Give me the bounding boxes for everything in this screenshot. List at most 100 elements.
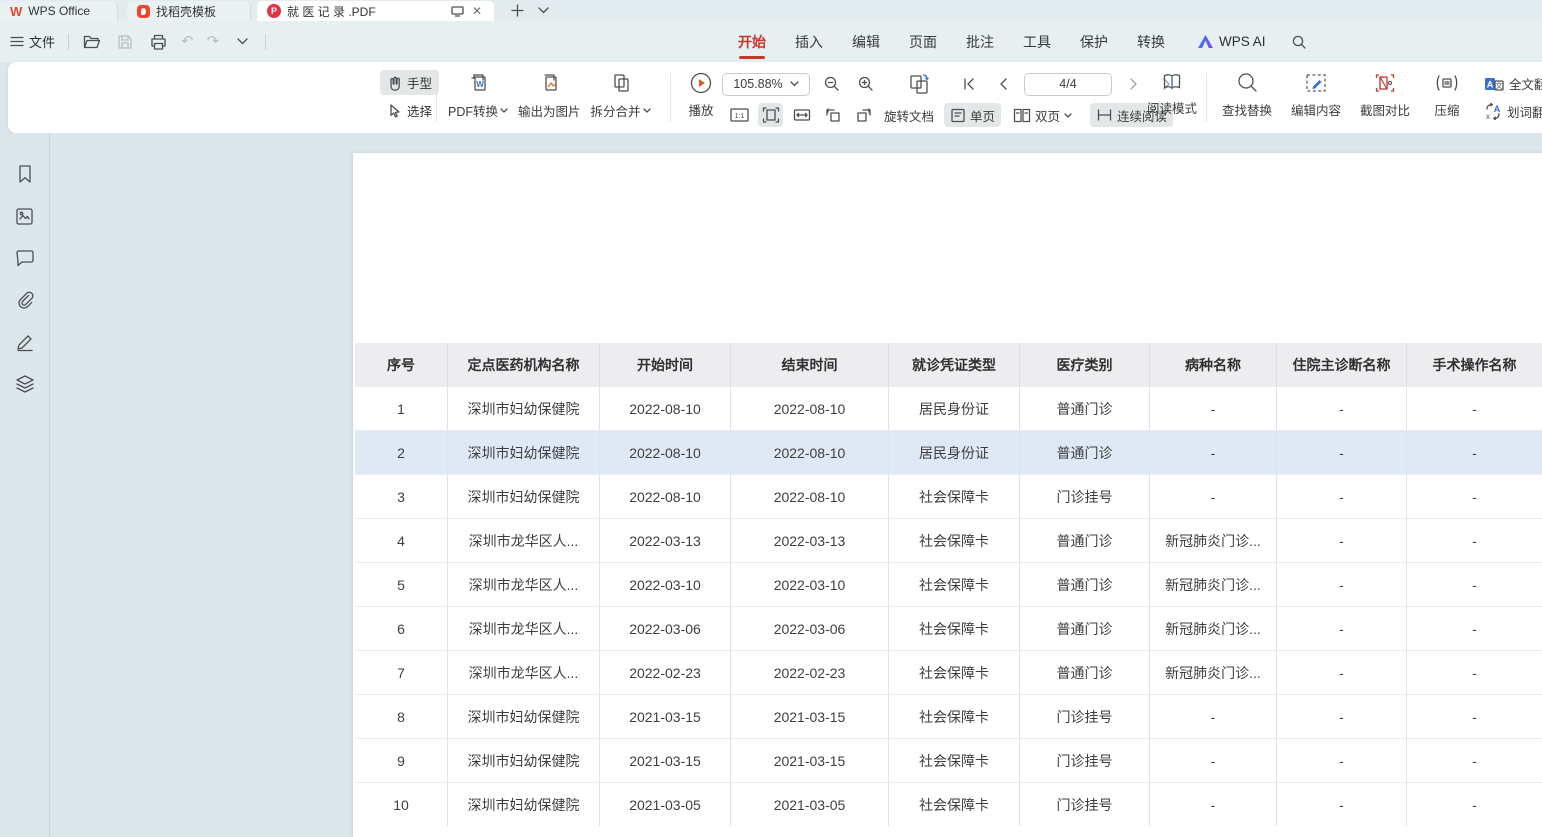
- zoom-in-button[interactable]: [853, 72, 878, 96]
- thumbnail-panel-icon[interactable]: [14, 205, 36, 227]
- find-replace-button[interactable]: 查找替换: [1218, 71, 1276, 119]
- zoom-in-icon: [857, 75, 875, 93]
- play-group: 播放: [678, 71, 724, 119]
- attachment-panel-icon[interactable]: [14, 289, 36, 311]
- table-cell: 新冠肺炎门诊...: [1150, 651, 1277, 694]
- next-page-button[interactable]: [1121, 72, 1146, 96]
- redo-icon[interactable]: ↷: [207, 34, 220, 49]
- table-cell: 普通门诊: [1020, 607, 1150, 650]
- new-tab-button[interactable]: [504, 0, 531, 21]
- screenshot-compare-button[interactable]: 截图对比: [1356, 71, 1414, 119]
- previous-page-button[interactable]: [990, 72, 1015, 96]
- select-tool-button[interactable]: 选择: [380, 98, 439, 123]
- zoom-level-value: 105.88%: [733, 77, 782, 91]
- table-cell: -: [1407, 739, 1542, 782]
- table-cell: 2022-08-10: [600, 431, 731, 474]
- table-row: 4深圳市龙华区人...2022-03-132022-03-13社会保障卡普通门诊…: [355, 518, 1542, 562]
- word-translate-icon: x A: [1484, 103, 1502, 120]
- save-icon[interactable]: [115, 32, 135, 52]
- export-image-button[interactable]: 输出为图片: [518, 71, 581, 120]
- first-page-button[interactable]: [956, 72, 981, 96]
- undo-icon[interactable]: ↶: [181, 34, 194, 49]
- table-cell: 深圳市妇幼保健院: [448, 387, 600, 430]
- layers-panel-icon[interactable]: [14, 373, 36, 395]
- menu-item-comment[interactable]: 批注: [966, 21, 994, 62]
- table-cell: 社会保障卡: [889, 739, 1020, 782]
- table-row: 6深圳市龙华区人...2022-03-062022-03-06社会保障卡普通门诊…: [355, 606, 1542, 650]
- table-cell: -: [1150, 783, 1277, 826]
- bookmark-panel-icon[interactable]: [14, 163, 36, 185]
- tab-wps-office[interactable]: W WPS Office: [0, 1, 118, 21]
- table-cell: 2021-03-05: [600, 783, 731, 826]
- full-translate-button[interactable]: A 文 全文翻译: [1484, 74, 1542, 93]
- print-icon[interactable]: [148, 32, 168, 52]
- menu-item-page[interactable]: 页面: [909, 21, 937, 62]
- compress-button[interactable]: 压缩: [1425, 71, 1469, 119]
- zoom-out-button[interactable]: [819, 72, 844, 96]
- split-merge-button[interactable]: 拆分合并: [591, 71, 651, 120]
- open-file-icon[interactable]: [82, 32, 102, 52]
- table-cell: 深圳市龙华区人...: [448, 607, 600, 650]
- double-page-icon: [1013, 108, 1031, 123]
- pdf-page[interactable]: 序号定点医药机构名称开始时间结束时间就诊凭证类型医疗类别病种名称住院主诊断名称手…: [353, 153, 1542, 837]
- table-cell: -: [1277, 431, 1407, 474]
- table-header-cell: 就诊凭证类型: [889, 343, 1020, 386]
- menu-item-home[interactable]: 开始: [738, 21, 766, 62]
- search-commands-icon[interactable]: [1289, 32, 1309, 52]
- full-translate-label: 全文翻译: [1509, 74, 1542, 93]
- table-cell: -: [1407, 431, 1542, 474]
- play-button[interactable]: 播放: [678, 71, 724, 119]
- signature-panel-icon[interactable]: [14, 331, 36, 353]
- rotate-doc-label[interactable]: 旋转文档: [884, 106, 934, 125]
- table-cell: -: [1277, 563, 1407, 606]
- export-image-label: 输出为图片: [518, 101, 581, 120]
- menu-item-convert[interactable]: 转换: [1137, 21, 1165, 62]
- hand-tool-button[interactable]: 手型: [380, 70, 439, 95]
- menu-item-protect[interactable]: 保护: [1080, 21, 1108, 62]
- table-cell: -: [1277, 695, 1407, 738]
- actual-size-button[interactable]: 1:1: [727, 103, 752, 127]
- fit-page-button[interactable]: [758, 103, 783, 127]
- swap-pages-button[interactable]: [905, 72, 935, 96]
- more-commands-dropdown-icon[interactable]: [232, 32, 252, 52]
- page-number-box[interactable]: 4/4: [1024, 73, 1112, 96]
- tab-docer-templates[interactable]: 找稻壳模板: [127, 1, 251, 21]
- wps-ai-button[interactable]: WPS AI: [1198, 34, 1266, 49]
- read-mode-button[interactable]: 阅读模式: [1144, 71, 1200, 117]
- chevron-down-icon: [500, 108, 508, 113]
- svg-text:W: W: [476, 80, 484, 89]
- svg-text:A: A: [1494, 104, 1501, 114]
- table-cell: 社会保障卡: [889, 563, 1020, 606]
- table-cell: 2022-08-10: [600, 475, 731, 518]
- rotate-left-button[interactable]: [820, 103, 845, 127]
- rotate-left-icon: [824, 107, 842, 123]
- edit-content-label: 编辑内容: [1291, 100, 1341, 119]
- menu-item-edit[interactable]: 编辑: [852, 21, 880, 62]
- present-to-screen-icon[interactable]: [451, 6, 464, 17]
- word-translate-button[interactable]: x A 划词翻译: [1484, 102, 1542, 121]
- table-cell: 普通门诊: [1020, 519, 1150, 562]
- zoom-level-select[interactable]: 105.88%: [722, 73, 810, 96]
- menu-item-insert[interactable]: 插入: [795, 21, 823, 62]
- table-cell: -: [1407, 475, 1542, 518]
- pdf-convert-button[interactable]: W PDF转换: [448, 71, 508, 120]
- tab-document-pdf[interactable]: P 就 医 记 录 .PDF ✕: [257, 1, 494, 21]
- close-tab-icon[interactable]: ✕: [470, 4, 484, 18]
- table-cell: 普通门诊: [1020, 387, 1150, 430]
- menu-item-tools[interactable]: 工具: [1023, 21, 1051, 62]
- rotate-right-button[interactable]: [851, 103, 876, 127]
- table-cell: 2021-03-15: [731, 739, 889, 782]
- chevron-down-icon: [1064, 113, 1072, 118]
- file-menu-button[interactable]: 文件: [10, 32, 55, 51]
- chevron-right-icon: [1129, 78, 1139, 90]
- edit-content-button[interactable]: 编辑内容: [1287, 71, 1345, 119]
- comment-panel-icon[interactable]: [14, 247, 36, 269]
- wps-ai-label: WPS AI: [1219, 34, 1266, 49]
- tab-list-dropdown-icon[interactable]: [531, 0, 556, 21]
- fit-width-button[interactable]: [789, 103, 814, 127]
- double-page-button[interactable]: 双页: [1007, 103, 1078, 127]
- divider: [436, 73, 437, 122]
- table-header-cell: 定点医药机构名称: [448, 343, 600, 386]
- table-cell: 深圳市龙华区人...: [448, 519, 600, 562]
- single-page-button[interactable]: 单页: [944, 103, 1001, 127]
